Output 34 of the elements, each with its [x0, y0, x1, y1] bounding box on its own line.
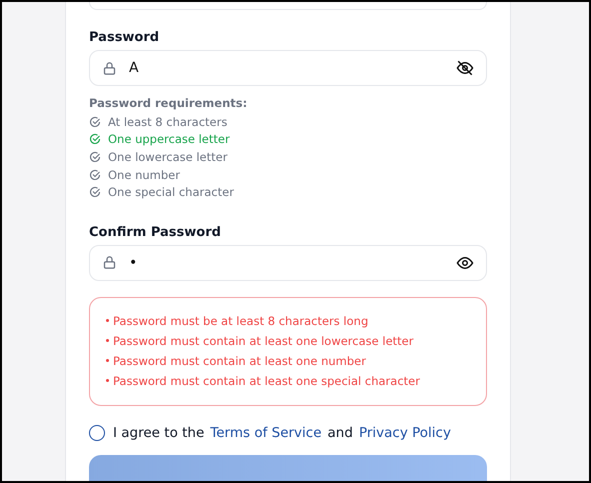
- field-value: A: [129, 60, 140, 76]
- requirements-heading: Password requirements:: [89, 96, 248, 110]
- requirement-text: At least 8 characters: [108, 114, 228, 129]
- field-value: •: [129, 254, 138, 271]
- bullet-icon: [106, 379, 109, 382]
- password-field[interactable]: A: [89, 50, 487, 86]
- bullet-icon: [106, 319, 109, 322]
- agree-text: and: [328, 424, 353, 441]
- field-label: Confirm Password: [89, 225, 222, 240]
- bullet-icon: [106, 339, 109, 342]
- lock-icon: [102, 60, 117, 76]
- agree-text: I agree to the: [113, 424, 204, 441]
- requirement-text: One uppercase letter: [108, 132, 230, 146]
- requirement-text: One special character: [108, 185, 234, 200]
- check-circle-icon: [89, 151, 101, 164]
- eye-slash-icon[interactable]: [456, 59, 474, 78]
- lock-icon: [102, 255, 117, 270]
- bullet-icon: [106, 359, 109, 362]
- requirement-text: One lowercase letter: [108, 150, 228, 164]
- check-circle-icon: [89, 133, 101, 146]
- requirement-text: One number: [108, 168, 180, 182]
- password-field[interactable]: •: [89, 245, 487, 281]
- input-field[interactable]: [89, 2, 487, 10]
- policy-link[interactable]: Terms of Service: [210, 424, 322, 441]
- policy-link[interactable]: Privacy Policy: [358, 424, 451, 441]
- check-circle-icon: [89, 116, 101, 128]
- error-message: Password must contain at least one lowercase letter: [113, 334, 414, 348]
- error-message: Password must contain at least one special character: [113, 374, 420, 388]
- agree-checkbox[interactable]: [89, 424, 105, 441]
- error-message: Password must be at least 8 characters long: [113, 314, 368, 328]
- check-circle-icon: [89, 168, 101, 181]
- check-circle-icon: [89, 186, 101, 198]
- error-message: Password must contain at least one number: [113, 354, 366, 368]
- field-label: Password: [89, 30, 160, 46]
